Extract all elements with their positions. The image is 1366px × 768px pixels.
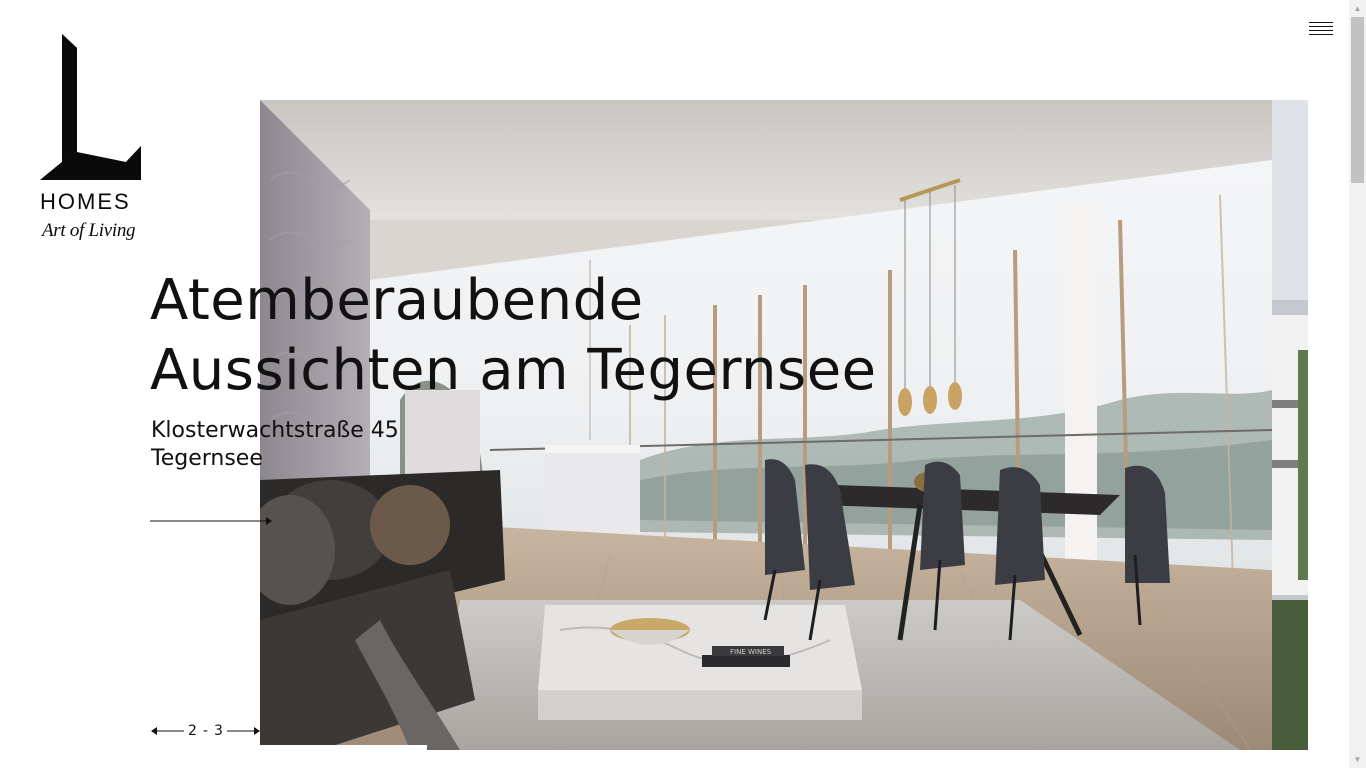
interior-photo: FINE WINES — [260, 100, 1272, 750]
property-details-link[interactable] — [150, 514, 272, 528]
menu-line — [1309, 26, 1333, 27]
next-slide-button[interactable] — [225, 722, 261, 740]
hero-image: FINE WINES — [260, 100, 1272, 750]
scroll-down-arrow-icon[interactable]: ▼ — [1349, 751, 1366, 768]
brand-tagline: Art of Living — [42, 220, 136, 241]
hamburger-menu-icon[interactable] — [1309, 22, 1333, 36]
menu-line — [1309, 34, 1333, 35]
headline-line-1: Atemberaubende — [150, 268, 644, 333]
scrollbar-thumb[interactable] — [1351, 17, 1364, 183]
hero-headline: Atemberaubende Aussichten am Tegernsee — [150, 266, 910, 406]
next-slide-preview[interactable] — [1272, 100, 1308, 750]
brand-logo[interactable]: HOMES Art of Living — [40, 34, 142, 246]
slide-separator: - — [202, 723, 208, 739]
slider-pager: 2 - 3 — [150, 721, 261, 741]
page: HOMES Art of Living FINE WINES Atemberau… — [0, 0, 1366, 768]
arrow-left-icon — [151, 727, 184, 735]
next-slide-image — [1272, 100, 1308, 750]
logo-l-mark-icon — [40, 34, 141, 180]
book-title-text: FINE WINES — [730, 648, 772, 656]
hero-corner-cutout — [260, 745, 427, 768]
brand-name: HOMES — [40, 189, 131, 214]
arrow-right-icon — [226, 727, 260, 735]
property-address: Klosterwachtstraße 45 Tegernsee — [151, 417, 399, 473]
address-street: Klosterwachtstraße 45 — [151, 418, 399, 443]
slide-current: 2 — [188, 723, 197, 739]
address-city: Tegernsee — [151, 446, 263, 471]
arrow-right-icon — [150, 517, 272, 525]
menu-line — [1309, 22, 1333, 23]
slide-total: 3 — [213, 723, 223, 739]
vertical-scrollbar[interactable]: ▲ ▼ — [1349, 0, 1366, 768]
menu-line — [1309, 30, 1333, 31]
previous-slide-button[interactable] — [150, 722, 186, 740]
scroll-up-arrow-icon[interactable]: ▲ — [1349, 0, 1366, 17]
headline-line-2: Aussichten am Tegernsee — [150, 338, 877, 403]
